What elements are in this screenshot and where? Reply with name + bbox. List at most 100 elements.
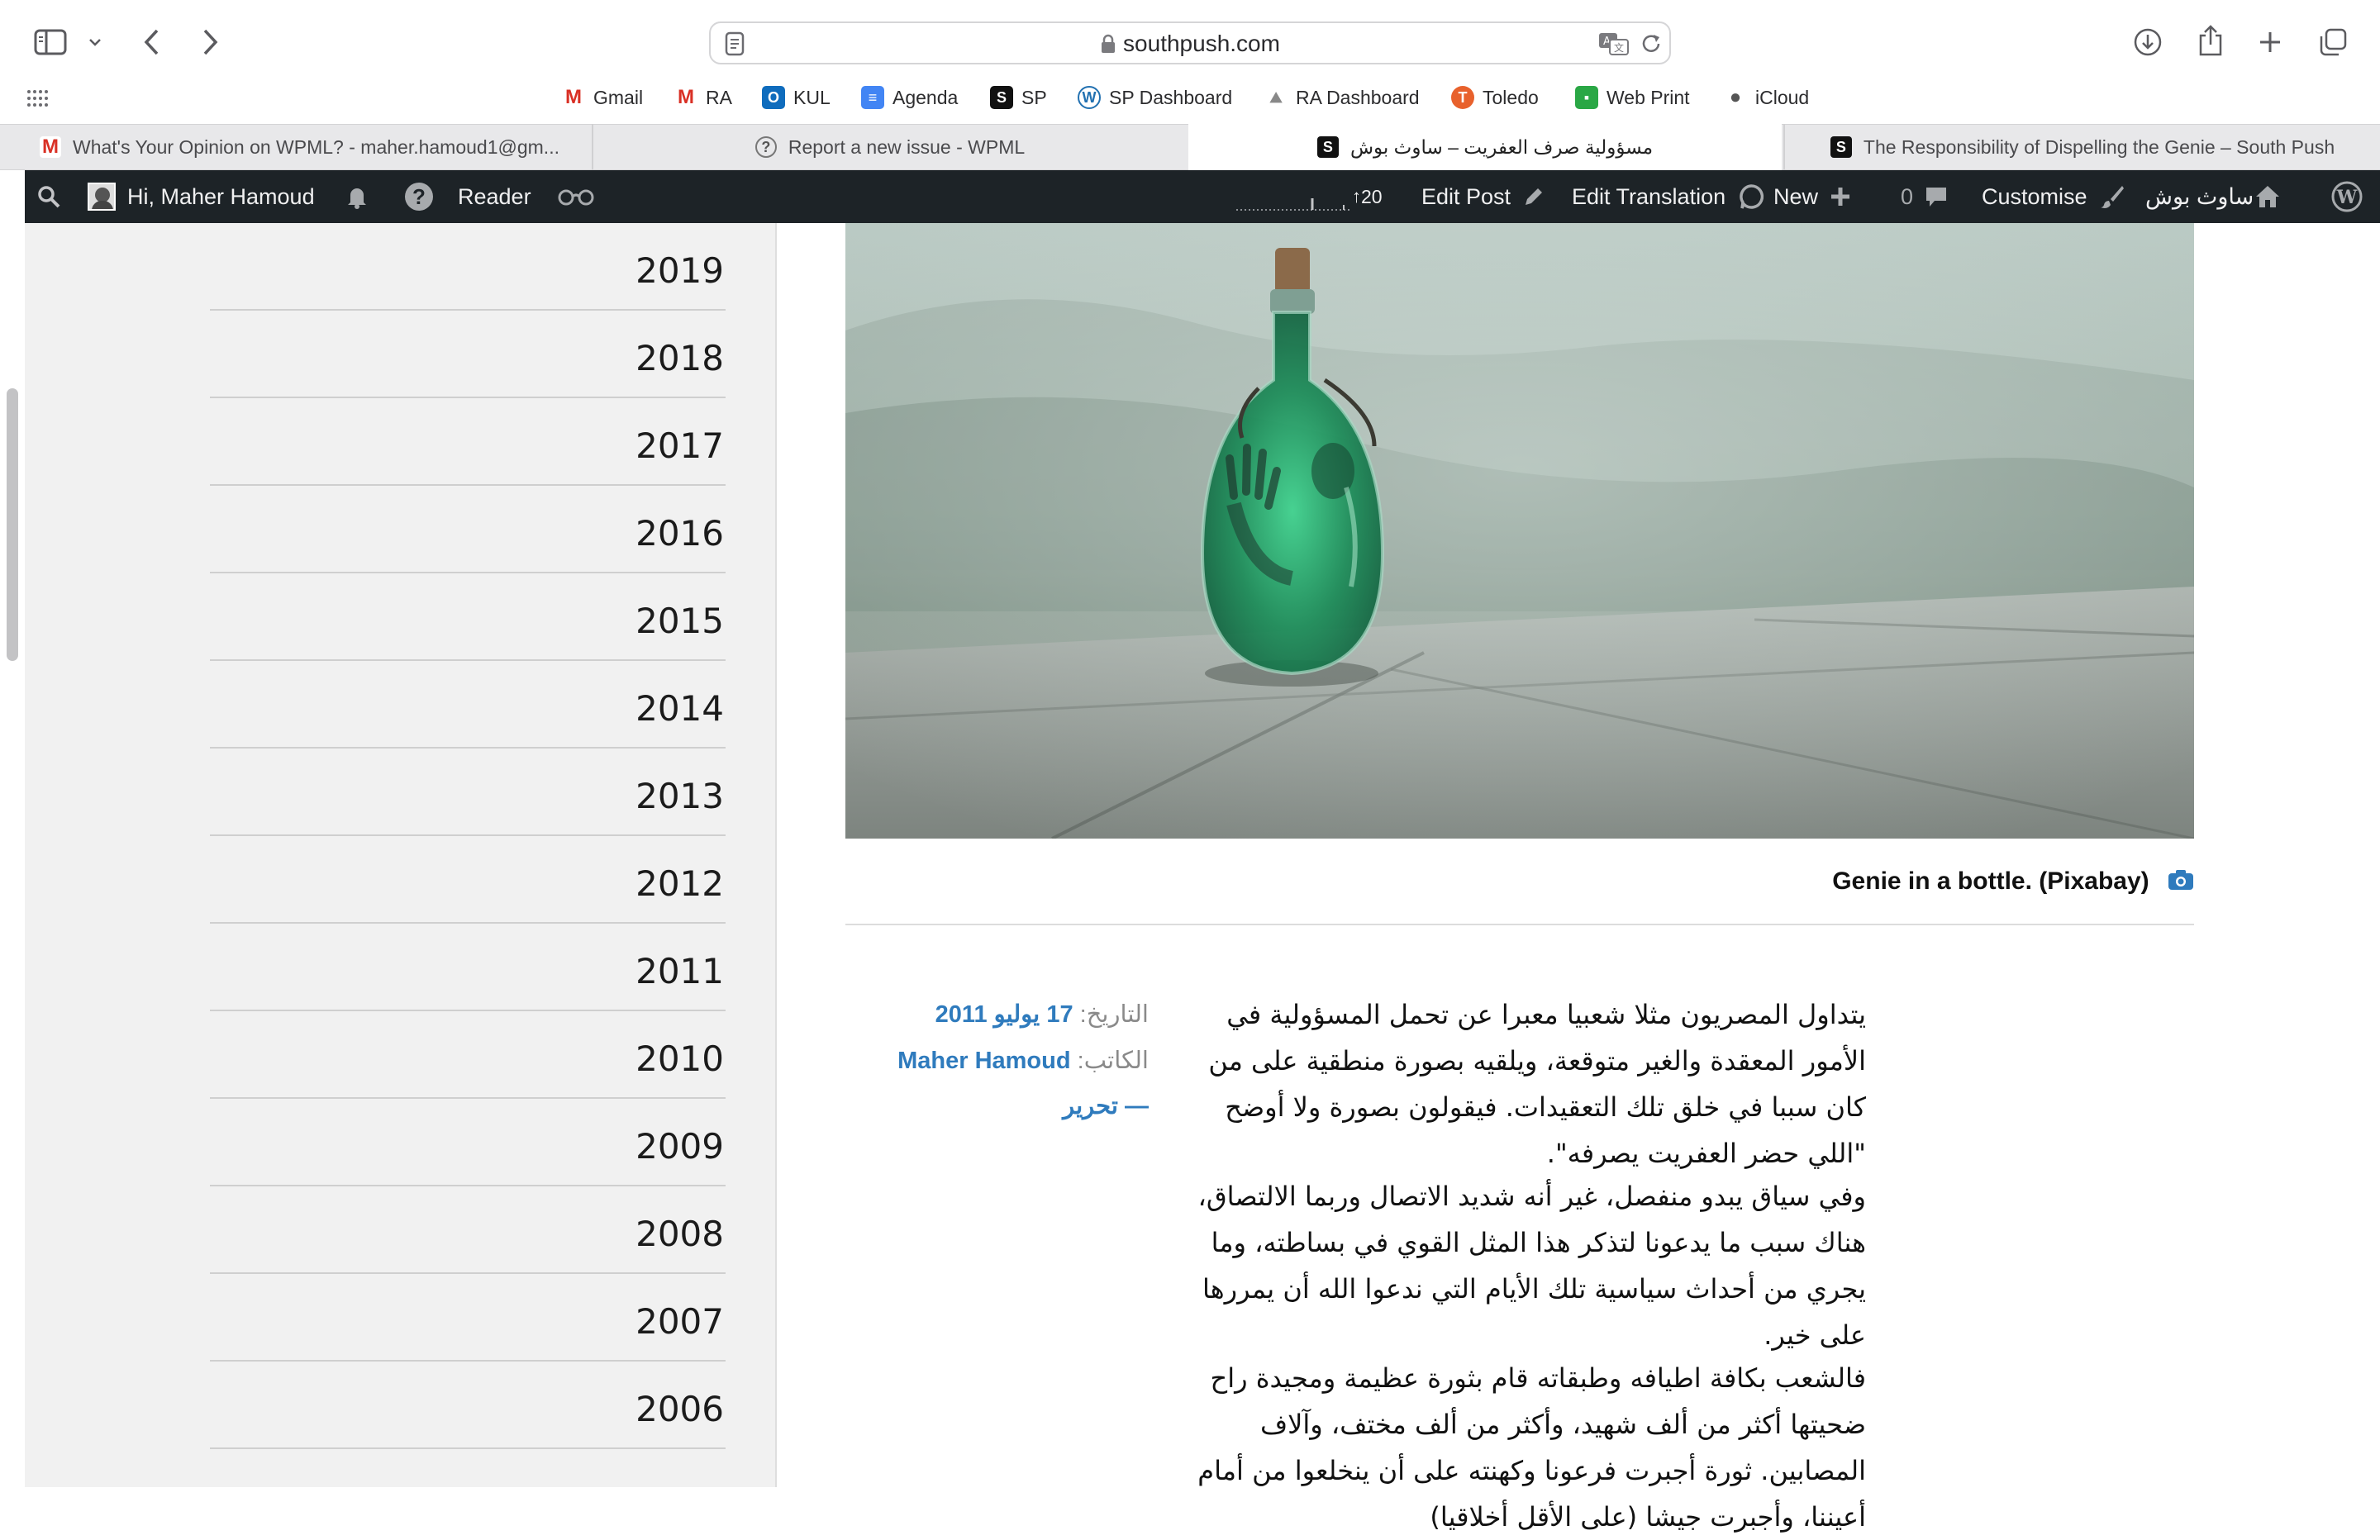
- year-label: 2009: [635, 1126, 724, 1167]
- edit-link[interactable]: — تحرير: [1063, 1093, 1149, 1119]
- brush-icon: [2100, 186, 2124, 208]
- translate-icon[interactable]: A文: [1598, 31, 1630, 56]
- bookmark-web-print[interactable]: ▪ Web Print: [1575, 84, 1690, 111]
- article-paragraph: يتداول المصريون مثلا شعبيا معبرا عن تحمل…: [1208, 999, 1866, 1169]
- archive-year-link[interactable]: 2015: [210, 573, 726, 661]
- year-label: 2014: [635, 688, 724, 729]
- admin-search[interactable]: [36, 170, 61, 223]
- archive-year-link[interactable]: 2014: [210, 661, 726, 749]
- wp-logo-menu[interactable]: W: [2330, 170, 2363, 223]
- my-account[interactable]: Hi, Maher Hamoud: [88, 170, 315, 223]
- bookmark-label: Agenda: [892, 86, 959, 108]
- dashboard-icon: ⛰: [1264, 86, 1288, 109]
- comments-count: 0: [1901, 183, 1914, 209]
- year-label: 2018: [635, 338, 724, 378]
- share-button[interactable]: [2192, 21, 2230, 59]
- year-label: 2016: [635, 513, 724, 554]
- year-label: 2008: [635, 1214, 724, 1254]
- edit-translation-label: Edit Translation: [1572, 183, 1726, 209]
- url-text: southpush.com: [711, 31, 1669, 57]
- glasses-icon: [558, 189, 594, 206]
- archive-year-link[interactable]: 2011: [210, 924, 726, 1011]
- bookmark-label: Toledo: [1483, 86, 1539, 108]
- bookmark-sp[interactable]: S SP: [990, 84, 1047, 111]
- scrollbar-thumb[interactable]: [7, 388, 18, 661]
- tab-title: What's Your Opinion on WPML? - maher.ham…: [73, 135, 559, 158]
- archive-year-link[interactable]: 2016: [210, 486, 726, 573]
- web-print-icon: ▪: [1575, 86, 1598, 109]
- stats-counter: 20: [1361, 185, 1383, 207]
- tab-title: Report a new issue - WPML: [788, 135, 1026, 158]
- help[interactable]: ?: [405, 170, 433, 223]
- sidebar-icon: [34, 29, 67, 55]
- archive-year-link[interactable]: 2019: [210, 223, 726, 311]
- bookmark-ra-dashboard[interactable]: ⛰ RA Dashboard: [1264, 84, 1420, 111]
- comment-bubble-icon: [1926, 188, 1947, 207]
- archive-year-link[interactable]: 2018: [210, 311, 726, 398]
- new-tab-button[interactable]: [2251, 23, 2289, 61]
- wp-admin-bar: Hi, Maher Hamoud ? Reader ↑ 20 Edit Post …: [25, 170, 2380, 223]
- tab-arabic-article[interactable]: S مسؤولية صرف العفريت – ساوث بوش: [1188, 124, 1782, 170]
- archive-year-link[interactable]: 2013: [210, 749, 726, 836]
- archive-year-link[interactable]: 2009: [210, 1099, 726, 1186]
- address-bar[interactable]: southpush.com A文: [709, 21, 1671, 64]
- share-icon: [2199, 25, 2222, 56]
- bookmark-label: SP: [1021, 86, 1047, 108]
- image-caption: Genie in a bottle. (Pixabay): [845, 867, 2194, 897]
- back-button[interactable]: [132, 23, 170, 61]
- archive-year-link[interactable]: 2006: [210, 1362, 726, 1449]
- plus-icon: [2260, 32, 2280, 52]
- bookmark-agenda[interactable]: ≡ Agenda: [861, 84, 958, 111]
- new-content-button[interactable]: New: [1773, 170, 1851, 223]
- customise-button[interactable]: Customise: [1982, 170, 2125, 223]
- site-name-label: ساوث بوش: [2145, 183, 2254, 209]
- grid-icon[interactable]: [26, 89, 48, 107]
- outlook-icon: O: [762, 86, 785, 109]
- sidebar-toggle-button[interactable]: [30, 23, 71, 61]
- tab-english-article[interactable]: S The Responsibility of Dispelling the Ge…: [1785, 124, 2380, 170]
- downloads-button[interactable]: [2129, 23, 2167, 61]
- tab-title: مسؤولية صرف العفريت – ساوث بوش: [1349, 135, 1654, 158]
- bookmark-sp-dashboard[interactable]: W SP Dashboard: [1078, 84, 1232, 111]
- notifications[interactable]: [344, 170, 370, 223]
- svg-text:文: 文: [1614, 41, 1624, 54]
- post-author: الكاتب: Maher Hamoud: [876, 1046, 1149, 1075]
- chevron-left-icon: [144, 29, 159, 55]
- post-date: التاريخ: 17 يوليو 2011: [876, 1000, 1149, 1029]
- bookmark-ra[interactable]: M RA: [674, 84, 732, 111]
- bookmark-gmail[interactable]: M Gmail: [562, 84, 643, 111]
- article-paragraph: وفي سياق يبدو منفصل، غير أنه شديد الاتصا…: [1197, 1181, 1867, 1351]
- tab-wpml[interactable]: ? Report a new issue - WPML: [593, 124, 1187, 170]
- tab-gmail[interactable]: M What's Your Opinion on WPML? - maher.ha…: [40, 124, 588, 170]
- bookmark-label: RA Dashboard: [1296, 86, 1420, 108]
- bookmark-kul[interactable]: O KUL: [762, 84, 831, 111]
- caption-divider: [845, 924, 2194, 925]
- reload-icon[interactable]: [1640, 32, 1663, 55]
- sidebar-menu-chevron[interactable]: [83, 26, 107, 58]
- tab-overview-button[interactable]: [2314, 23, 2352, 61]
- edit-post-button[interactable]: Edit Post: [1421, 170, 1545, 223]
- archive-year-link[interactable]: 2010: [210, 1011, 726, 1099]
- bookmark-toledo[interactable]: T Toledo: [1451, 84, 1539, 111]
- genie-bottle-illustration: [845, 223, 2194, 839]
- archive-year-link[interactable]: 2008: [210, 1186, 726, 1274]
- traffic-stats[interactable]: ↑ 20: [1236, 170, 1383, 223]
- forward-button[interactable]: [192, 23, 230, 61]
- archive-year-link[interactable]: 2007: [210, 1274, 726, 1362]
- comments-button[interactable]: 0: [1901, 170, 1949, 223]
- chevron-down-icon: [89, 39, 101, 46]
- reader-mode[interactable]: Reader: [458, 170, 596, 223]
- post-edit: — تحرير: [876, 1091, 1149, 1120]
- date-link[interactable]: 17 يوليو 2011: [935, 1001, 1073, 1028]
- new-label: New: [1773, 183, 1819, 209]
- southpush-icon: S: [990, 86, 1013, 109]
- toledo-icon: T: [1451, 86, 1474, 109]
- author-link[interactable]: Maher Hamoud: [897, 1048, 1070, 1074]
- site-name-link[interactable]: ساوث بوش: [2145, 170, 2293, 223]
- bookmark-icloud[interactable]: ● iCloud: [1724, 84, 1809, 111]
- edit-translation-button[interactable]: Edit Translation: [1572, 170, 1765, 223]
- archive-year-link[interactable]: 2017: [210, 398, 726, 486]
- archive-year-link[interactable]: 2012: [210, 836, 726, 924]
- lock-icon: [1102, 34, 1116, 53]
- reader-label: Reader: [458, 183, 531, 209]
